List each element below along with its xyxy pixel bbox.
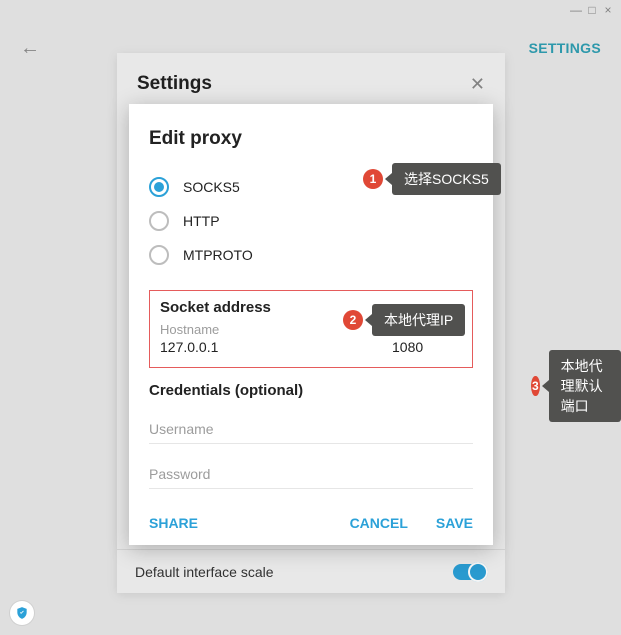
callout-2: 2 本地代理IP (343, 304, 465, 336)
radio-icon (149, 245, 169, 265)
callout-3: 3 本地代理默认端口 (531, 350, 621, 422)
share-button[interactable]: SHARE (149, 515, 198, 531)
credentials-title: Credentials (optional) (149, 382, 473, 399)
radio-icon (149, 177, 169, 197)
dialog-actions: SHARE CANCEL SAVE (149, 515, 473, 531)
callout-num: 2 (343, 310, 363, 330)
callout-num: 1 (363, 169, 383, 189)
save-button[interactable]: SAVE (436, 515, 473, 531)
proxy-type-http[interactable]: HTTP (149, 204, 473, 238)
shield-badge-icon[interactable] (10, 601, 34, 625)
callout-arrow-icon (365, 314, 372, 326)
hostname-value: 127.0.0.1 (160, 339, 372, 355)
callout-arrow-icon (385, 173, 392, 185)
callout-text: 选择SOCKS5 (392, 163, 501, 195)
password-input[interactable] (149, 458, 473, 489)
radio-label: SOCKS5 (183, 179, 240, 195)
username-input[interactable] (149, 413, 473, 444)
callout-text: 本地代理默认端口 (549, 350, 621, 422)
callout-num: 3 (531, 376, 540, 396)
radio-icon (149, 211, 169, 231)
proxy-type-mtproto[interactable]: MTPROTO (149, 238, 473, 272)
radio-label: HTTP (183, 213, 220, 229)
callout-text: 本地代理IP (372, 304, 465, 336)
callout-1: 1 选择SOCKS5 (363, 163, 501, 195)
radio-label: MTPROTO (183, 247, 253, 263)
callout-arrow-icon (542, 380, 549, 392)
cancel-button[interactable]: CANCEL (350, 515, 408, 531)
hostname-label: Hostname (160, 322, 372, 337)
port-value: 1080 (392, 339, 462, 355)
hostname-field[interactable]: Hostname 127.0.0.1 (160, 322, 372, 355)
dialog-title: Edit proxy (149, 128, 473, 150)
